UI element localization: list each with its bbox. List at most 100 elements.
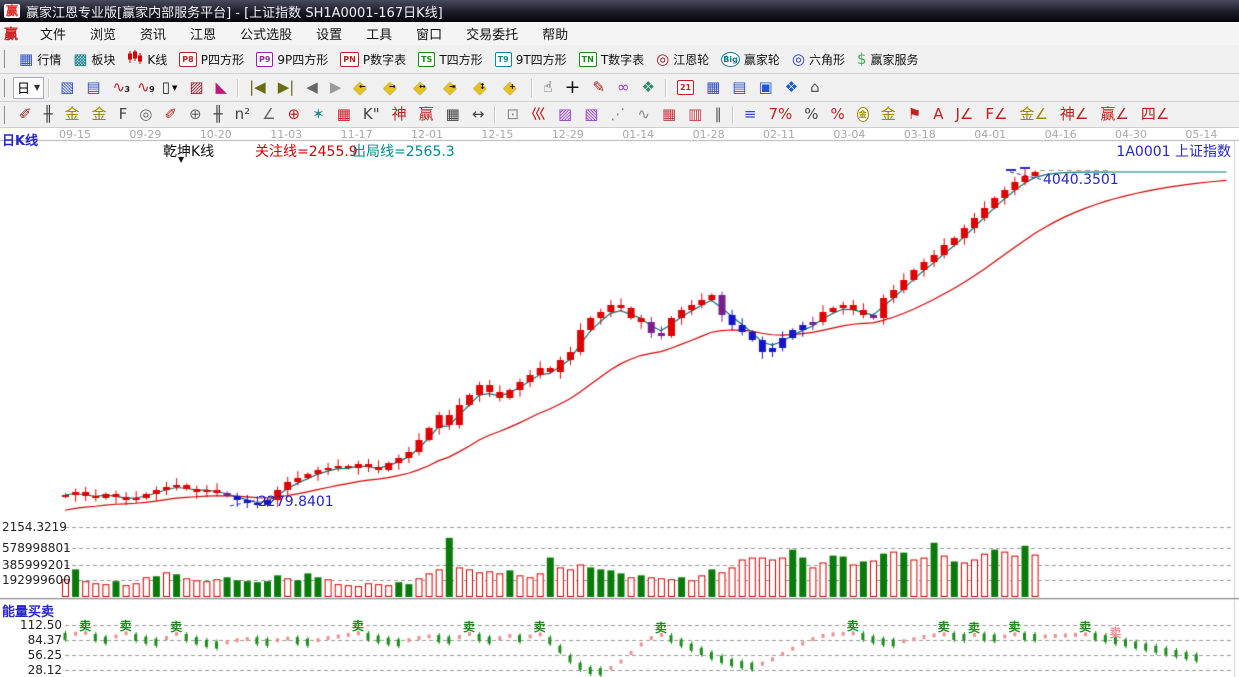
period-selector[interactable]: 日 ▼ — [13, 76, 45, 99]
p-square[interactable]: P8 P四方形 — [174, 47, 249, 71]
price-grid-tool[interactable]: ▦ — [657, 103, 681, 127]
first-bar-icon[interactable]: |◀ — [244, 76, 271, 100]
percent7-tool[interactable]: 7% — [763, 103, 797, 127]
menu-浏览[interactable]: 浏览 — [78, 22, 128, 45]
main-chart-canvas[interactable] — [0, 128, 1239, 677]
shen-angle-tool[interactable]: 神∠ — [1055, 103, 1093, 127]
hexagon[interactable]: ◎ 六角形 — [787, 47, 850, 71]
t-square[interactable]: TS T四方形 — [413, 47, 488, 71]
rays-tool[interactable]: 巛 — [526, 103, 551, 127]
gold-line-tool[interactable]: 金 — [876, 103, 901, 127]
percent-tool[interactable]: % — [799, 103, 823, 127]
span-tool[interactable]: ↔ — [467, 103, 490, 127]
square-grid-tool[interactable]: ▦ — [332, 103, 356, 127]
candle-type-icon[interactable]: ▯ ▼ — [157, 76, 183, 100]
percent-retrace-tool[interactable]: % — [826, 103, 850, 127]
shift-left-icon[interactable]: ◆ ← — [348, 76, 376, 100]
menu-交易委托[interactable]: 交易委托 — [454, 22, 530, 45]
ray-grid-tool[interactable]: ▧ — [579, 103, 603, 127]
purple-grid-tool[interactable]: ▨ — [553, 103, 577, 127]
ying-angle-tool[interactable]: 赢∠ — [1095, 103, 1133, 127]
network-icon[interactable]: ❖ — [780, 76, 803, 100]
menu-公式选股[interactable]: 公式选股 — [228, 22, 304, 45]
f-grid-tool[interactable]: F — [114, 103, 133, 127]
wave9-icon[interactable]: ∿ 9 — [132, 76, 155, 100]
annotate-icon[interactable]: ✎ — [587, 76, 610, 100]
hand-tool-icon[interactable]: ☝ — [538, 76, 557, 100]
menu-设置[interactable]: 设置 — [304, 22, 354, 45]
amplitude-tool[interactable]: A — [928, 103, 948, 127]
gann-comb-tool[interactable]: ╫ — [39, 103, 58, 127]
pattern-icon[interactable]: ▨ — [184, 76, 208, 100]
expand-v-icon[interactable]: ◆ ↕ — [468, 76, 496, 100]
brush-tool[interactable]: ✐ — [14, 103, 37, 127]
j-angle-tool[interactable]: J∠ — [951, 103, 979, 127]
si-angle-tool[interactable]: 四∠ — [1136, 103, 1174, 127]
menu-资讯[interactable]: 资讯 — [128, 22, 178, 45]
toolbar-grip[interactable] — [3, 105, 8, 124]
f-angle-tool[interactable]: F∠ — [980, 103, 1012, 127]
star-tool[interactable]: ✶ — [307, 103, 330, 127]
menu-窗口[interactable]: 窗口 — [404, 22, 454, 45]
p-table[interactable]: PN P数字表 — [335, 47, 411, 71]
remote-icon[interactable]: ⌂ — [805, 76, 825, 100]
angle-tool[interactable]: ∠ — [257, 103, 280, 127]
comb2-tool[interactable]: ╫ — [209, 103, 228, 127]
wave-tool[interactable]: ∿ — [632, 103, 655, 127]
ying-grid-tool[interactable]: 赢 — [414, 103, 439, 127]
trend-lines-tool[interactable]: ⋰ — [605, 103, 630, 127]
9p-square[interactable]: P9 9P四方形 — [251, 47, 333, 71]
notes-icon[interactable]: ▤ — [727, 76, 751, 100]
flag-mark-tool[interactable]: ⚑ — [903, 103, 926, 127]
price-scale-tool[interactable]: ≡ — [739, 103, 762, 127]
shen-grid-tool[interactable]: 神 — [387, 103, 412, 127]
circle-grid-tool[interactable]: ⊕ — [184, 103, 207, 127]
prev-bar-icon[interactable]: ◀ — [301, 76, 323, 100]
crosshair-icon[interactable]: + — [560, 76, 586, 100]
menu-江恩[interactable]: 江恩 — [178, 22, 228, 45]
compress-h-icon[interactable]: ◆ ⇥ — [438, 76, 466, 100]
t-table[interactable]: TN T数字表 — [574, 47, 650, 71]
box-tool[interactable]: ⊡ — [501, 103, 524, 127]
quotes[interactable]: ▦ 行情 — [14, 47, 66, 71]
winner-service[interactable]: $ 赢家服务 — [852, 47, 924, 71]
toolbar-grip[interactable] — [3, 50, 8, 68]
kline[interactable]: K线 — [122, 47, 172, 71]
gold-angle-tool[interactable]: 金∠ — [1014, 103, 1052, 127]
next-bar-icon[interactable]: ▶ — [325, 76, 347, 100]
9t-square[interactable]: T9 9T四方形 — [490, 47, 572, 71]
calendar-icon[interactable]: 21 — [672, 76, 699, 100]
knot-icon[interactable]: ❖ — [637, 76, 660, 100]
spiral-tool[interactable]: ◎ — [134, 103, 157, 127]
gold-section-tool[interactable]: 金 — [852, 103, 874, 127]
menu-工具[interactable]: 工具 — [354, 22, 404, 45]
ribbon-icon[interactable]: ∞ — [612, 76, 635, 100]
kline-type-label[interactable]: 乾坤K线 — [163, 141, 214, 161]
toolbar-grip[interactable] — [3, 78, 8, 97]
calculator-icon[interactable]: ▦ — [701, 76, 725, 100]
k-notation-tool[interactable]: K" — [358, 103, 385, 127]
measure-brush-tool[interactable]: ✐ — [159, 103, 182, 127]
expand-h-icon[interactable]: ◆ ↔ — [408, 76, 436, 100]
last-bar-icon[interactable]: ▶| — [273, 76, 300, 100]
gold-comb2-tool[interactable]: 金 — [87, 103, 112, 127]
kline-style-icon[interactable]: ▧ — [55, 76, 79, 100]
kline-type-caret-icon[interactable]: ▼ — [178, 155, 184, 164]
n-square-tool[interactable]: n² — [230, 103, 256, 127]
gold-comb1-tool[interactable]: 金 — [60, 103, 85, 127]
gann-crosshair-tool[interactable]: ⊕ — [283, 103, 306, 127]
info-panel-icon[interactable]: ▤ — [81, 76, 105, 100]
shift-right-icon[interactable]: ◆ → — [378, 76, 406, 100]
winner-wheel[interactable]: Big 赢家轮 — [716, 47, 785, 71]
time-grid-tool[interactable]: ▥ — [683, 103, 707, 127]
parallel-lines-tool[interactable]: ∥ — [709, 103, 727, 127]
numbered-grid-tool[interactable]: ▦ — [441, 103, 465, 127]
expand-all-icon[interactable]: ◆ + — [498, 76, 526, 100]
wave3-icon[interactable]: ∿ 3 — [108, 76, 131, 100]
gann-wheel[interactable]: ◎ 江恩轮 — [651, 47, 714, 71]
sectors[interactable]: ▩ 板块 — [68, 47, 120, 71]
menu-文件[interactable]: 文件 — [28, 22, 78, 45]
save-icon[interactable]: ▣ — [753, 76, 777, 100]
color-flag-icon[interactable]: ◣ — [211, 76, 233, 100]
menu-帮助[interactable]: 帮助 — [530, 22, 580, 45]
